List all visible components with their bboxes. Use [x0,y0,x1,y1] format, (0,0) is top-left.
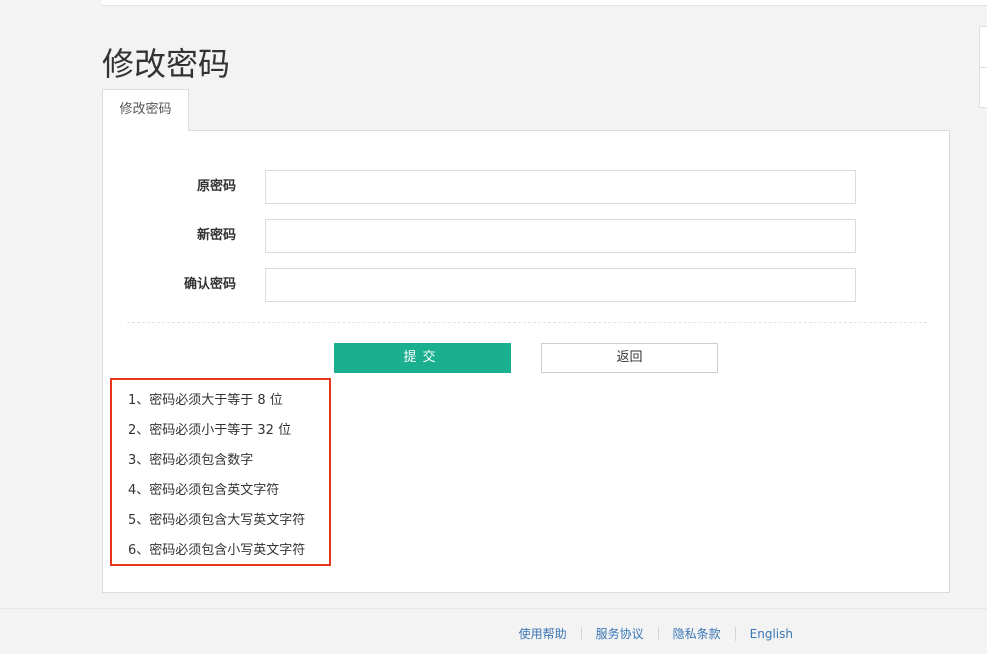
form-panel: 原密码 新密码 确认密码 提交 返回 1、密码必须大于等于 8 位 2、密码必须… [102,130,950,593]
footer-link-help[interactable]: 使用帮助 [505,627,581,641]
new-password-input[interactable] [265,219,856,253]
footer-divider [0,608,987,609]
form-row-new-password: 新密码 [103,219,951,253]
footer-link-english[interactable]: English [734,627,807,641]
side-widget[interactable] [979,26,987,108]
new-password-label: 新密码 [196,228,236,243]
submit-button[interactable]: 提交 [334,343,511,373]
password-rule: 2、密码必须小于等于 32 位 [128,423,292,438]
side-widget-divider [980,67,987,68]
back-button[interactable]: 返回 [541,343,718,373]
page-title: 修改密码 [102,45,231,83]
old-password-label: 原密码 [196,179,236,194]
footer-links: 使用帮助 服务协议 隐私条款 English [505,624,807,644]
password-rule: 3、密码必须包含数字 [128,453,254,468]
old-password-input[interactable] [265,170,856,204]
password-rule: 4、密码必须包含英文字符 [128,483,280,498]
footer-link-privacy[interactable]: 隐私条款 [657,627,735,641]
top-bar [102,0,987,6]
footer-link-service-agreement[interactable]: 服务协议 [580,627,658,641]
tab-change-password[interactable]: 修改密码 [102,89,189,131]
confirm-password-input[interactable] [265,268,856,302]
password-rule: 6、密码必须包含小写英文字符 [128,543,306,558]
form-row-old-password: 原密码 [103,170,951,204]
password-rule: 5、密码必须包含大写英文字符 [128,513,306,528]
form-divider [127,322,927,323]
password-rules: 1、密码必须大于等于 8 位 2、密码必须小于等于 32 位 3、密码必须包含数… [110,378,331,566]
confirm-password-label: 确认密码 [183,277,236,292]
form-row-confirm-password: 确认密码 [103,268,951,302]
password-rule: 1、密码必须大于等于 8 位 [128,393,283,408]
